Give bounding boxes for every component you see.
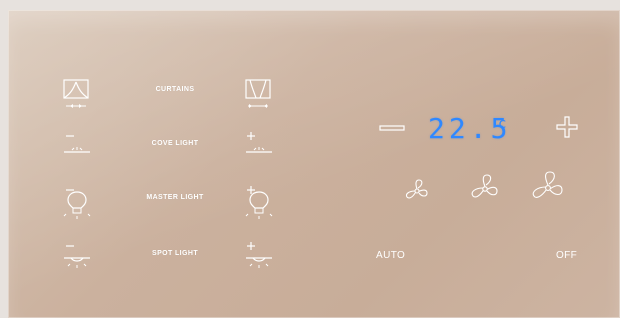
off-mode-button[interactable]: OFF [556, 250, 577, 261]
fan-medium-icon [471, 174, 498, 198]
master-light-decrease-button[interactable] [54, 180, 100, 224]
row-master-light: MASTER LIGHT [52, 180, 292, 224]
cove-light-plus-icon [246, 132, 272, 153]
curtains-close-button[interactable] [54, 72, 100, 116]
row-cove-light: COVE LIGHT [52, 126, 292, 170]
fan-high-button[interactable] [526, 166, 570, 210]
row-curtains: CURTAINS [52, 72, 292, 116]
curtains-open-button[interactable] [236, 72, 282, 116]
spot-light-plus-icon [246, 242, 272, 268]
temperature-display: 22.5 c [428, 112, 508, 145]
temperature-increase-button[interactable] [554, 114, 580, 140]
master-light-minus-icon [63, 189, 91, 219]
glass-control-panel: CURTAINS COVE LIGHT MASTER LIGHT SPOT LI… [8, 10, 620, 318]
climate-section: 22.5 c AUTO OFF [308, 10, 620, 318]
device-frame: CURTAINS COVE LIGHT MASTER LIGHT SPOT LI… [0, 0, 620, 318]
temperature-decrease-button[interactable] [378, 118, 406, 138]
spot-light-decrease-button[interactable] [54, 236, 100, 280]
lighting-curtains-section: CURTAINS COVE LIGHT MASTER LIGHT SPOT LI… [8, 10, 308, 318]
temperature-unit: c [498, 116, 507, 132]
row-label: CURTAINS [155, 86, 195, 93]
master-light-increase-button[interactable] [236, 180, 282, 224]
cove-light-decrease-button[interactable] [54, 126, 100, 170]
curtains-open-icon [245, 79, 271, 108]
spot-light-increase-button[interactable] [236, 236, 282, 280]
row-spot-light: SPOT LIGHT [52, 236, 292, 280]
spot-light-minus-icon [64, 245, 90, 268]
fan-low-icon [405, 179, 428, 199]
master-light-plus-icon [245, 186, 273, 219]
row-label: SPOT LIGHT [152, 250, 198, 257]
fan-high-icon [532, 171, 563, 198]
row-label: MASTER LIGHT [146, 194, 204, 201]
auto-mode-button[interactable]: AUTO [376, 250, 405, 261]
cove-light-increase-button[interactable] [236, 126, 282, 170]
plus-icon [556, 116, 578, 138]
row-label: COVE LIGHT [151, 140, 199, 147]
fan-low-button[interactable] [400, 174, 434, 208]
cove-light-minus-icon [64, 135, 90, 153]
curtains-close-icon [63, 79, 89, 108]
minus-icon [379, 125, 405, 131]
fan-medium-button[interactable] [466, 170, 504, 208]
